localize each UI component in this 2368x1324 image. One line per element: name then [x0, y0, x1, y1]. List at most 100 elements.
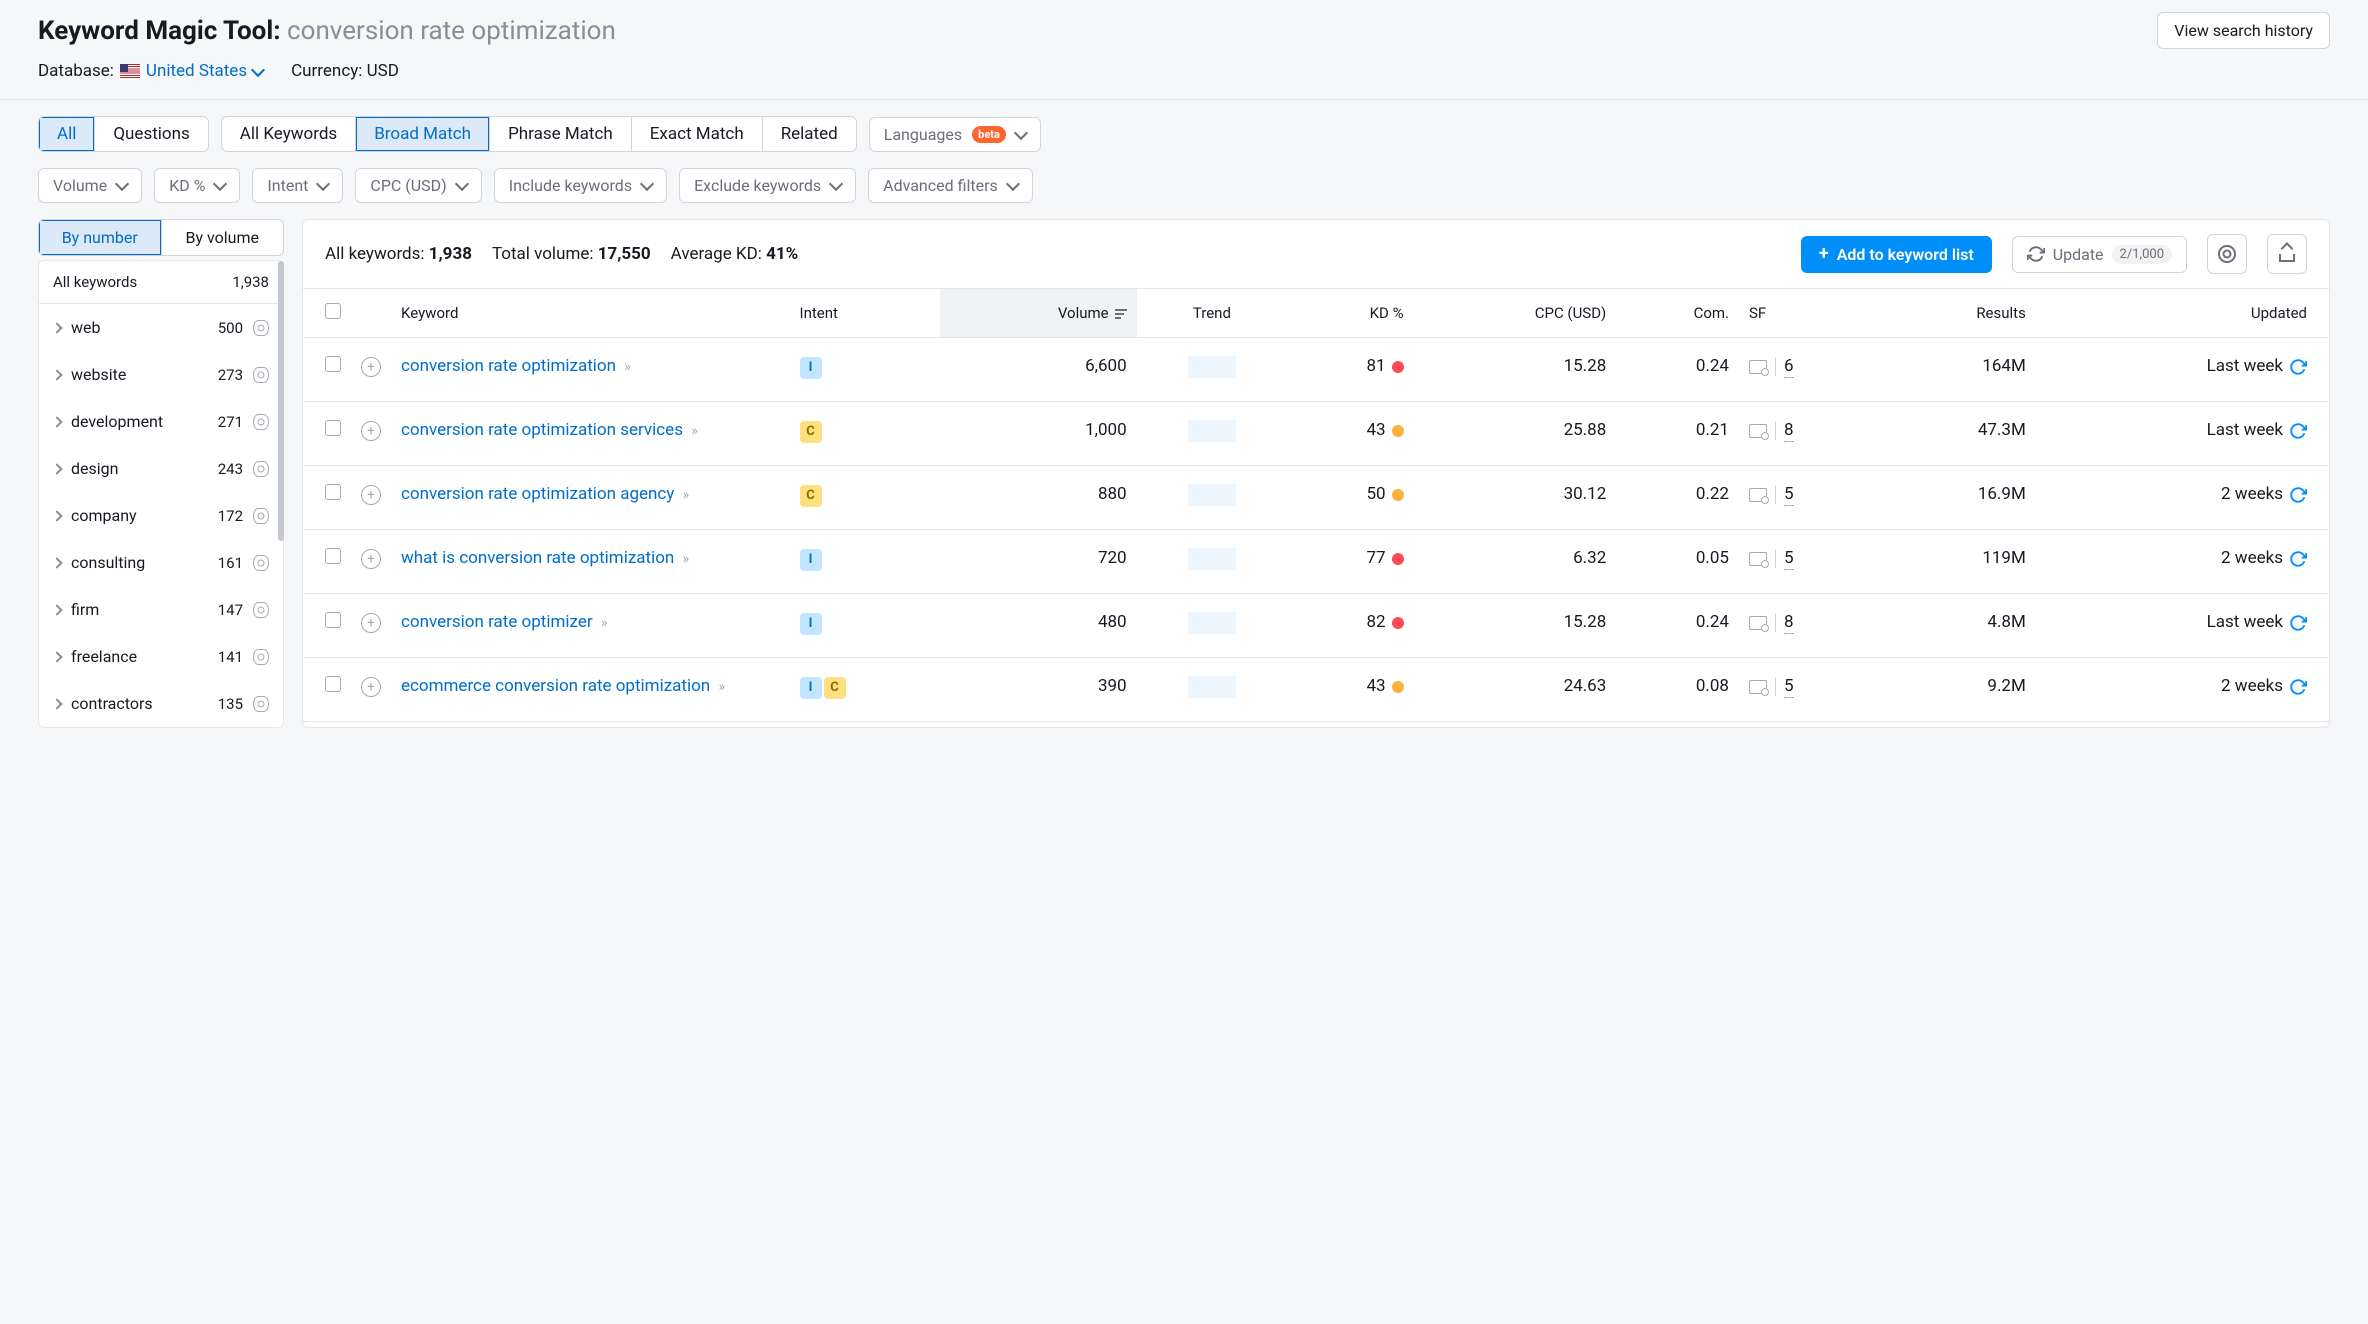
- summary-all-keywords: All keywords: 1,938: [325, 244, 472, 264]
- select-all-checkbox[interactable]: [325, 303, 341, 319]
- languages-dropdown[interactable]: Languages beta: [869, 117, 1041, 152]
- expand-icon[interactable]: +: [361, 613, 381, 633]
- eye-icon[interactable]: [253, 555, 269, 571]
- page-title: Keyword Magic Tool: conversion rate opti…: [38, 16, 616, 46]
- refresh-row-button[interactable]: [2289, 420, 2307, 440]
- chevron-right-icon: [51, 369, 62, 380]
- row-checkbox[interactable]: [325, 612, 341, 628]
- col-volume[interactable]: Volume: [940, 289, 1137, 338]
- sort-by-volume[interactable]: By volume: [162, 220, 284, 255]
- tab-related[interactable]: Related: [763, 117, 856, 151]
- eye-icon[interactable]: [253, 508, 269, 524]
- keyword-link[interactable]: conversion rate optimization agency: [401, 484, 674, 504]
- refresh-row-button[interactable]: [2289, 676, 2307, 696]
- tab-exact-match[interactable]: Exact Match: [632, 117, 763, 151]
- sidebar-item-company[interactable]: company172: [39, 492, 283, 539]
- eye-icon[interactable]: [253, 602, 269, 618]
- sidebar-item-design[interactable]: design243: [39, 445, 283, 492]
- eye-icon[interactable]: [253, 461, 269, 477]
- open-icon[interactable]: »: [624, 359, 631, 375]
- col-results[interactable]: Results: [1882, 289, 2036, 338]
- keyword-link[interactable]: conversion rate optimization: [401, 356, 616, 376]
- row-checkbox[interactable]: [325, 356, 341, 372]
- database-selector[interactable]: Database: United States: [38, 61, 263, 81]
- serp-icon[interactable]: [1749, 552, 1767, 566]
- row-checkbox[interactable]: [325, 484, 341, 500]
- refresh-row-button[interactable]: [2289, 484, 2307, 504]
- row-checkbox[interactable]: [325, 420, 341, 436]
- cell-com: 0.08: [1616, 658, 1739, 722]
- view-search-history-button[interactable]: View search history: [2157, 12, 2330, 49]
- keyword-link[interactable]: ecommerce conversion rate optimization: [401, 676, 710, 696]
- serp-icon[interactable]: [1749, 680, 1767, 694]
- tab-questions[interactable]: Questions: [95, 117, 207, 151]
- col-sf[interactable]: SF: [1739, 289, 1882, 338]
- eye-icon[interactable]: [253, 367, 269, 383]
- refresh-row-button[interactable]: [2289, 612, 2307, 632]
- sidebar-head-label: All keywords: [53, 273, 137, 291]
- refresh-row-button[interactable]: [2289, 356, 2307, 376]
- tab-all-keywords[interactable]: All Keywords: [222, 117, 356, 151]
- sidebar-item-consulting[interactable]: consulting161: [39, 539, 283, 586]
- filter-cpc-usd-[interactable]: CPC (USD): [355, 168, 481, 203]
- col-kd[interactable]: KD %: [1287, 289, 1413, 338]
- eye-icon[interactable]: [253, 649, 269, 665]
- sidebar-item-web[interactable]: web500: [39, 304, 283, 351]
- col-keyword[interactable]: Keyword: [391, 289, 790, 338]
- eye-icon[interactable]: [253, 320, 269, 336]
- open-icon[interactable]: »: [718, 679, 725, 695]
- filter-volume[interactable]: Volume: [38, 168, 142, 203]
- sidebar-item-website[interactable]: website273: [39, 351, 283, 398]
- update-button[interactable]: Update 2/1,000: [2012, 236, 2187, 273]
- sidebar-item-development[interactable]: development271: [39, 398, 283, 445]
- filter-include-keywords[interactable]: Include keywords: [494, 168, 667, 203]
- col-trend[interactable]: Trend: [1137, 289, 1288, 338]
- cell-updated: Last week: [2036, 338, 2329, 402]
- expand-icon[interactable]: +: [361, 357, 381, 377]
- expand-icon[interactable]: +: [361, 485, 381, 505]
- col-intent[interactable]: Intent: [790, 289, 941, 338]
- filter-intent[interactable]: Intent: [252, 168, 343, 203]
- open-icon[interactable]: »: [683, 551, 690, 567]
- eye-icon[interactable]: [253, 414, 269, 430]
- col-cpc[interactable]: CPC (USD): [1414, 289, 1617, 338]
- filter-advanced-filters[interactable]: Advanced filters: [868, 168, 1033, 203]
- row-checkbox[interactable]: [325, 548, 341, 564]
- col-updated[interactable]: Updated: [2036, 289, 2329, 338]
- keyword-link[interactable]: conversion rate optimizer: [401, 612, 593, 632]
- serp-icon[interactable]: [1749, 360, 1767, 374]
- sidebar-item-contractors[interactable]: contractors135: [39, 680, 283, 727]
- expand-icon[interactable]: +: [361, 421, 381, 441]
- add-to-keyword-list-button[interactable]: + Add to keyword list: [1801, 236, 1992, 273]
- intent-badge-i: I: [800, 677, 822, 699]
- serp-icon[interactable]: [1749, 616, 1767, 630]
- export-button[interactable]: [2267, 234, 2307, 274]
- eye-icon[interactable]: [253, 696, 269, 712]
- col-com[interactable]: Com.: [1616, 289, 1739, 338]
- expand-icon[interactable]: +: [361, 549, 381, 569]
- table-header-row: Keyword Intent Volume Trend KD % CPC (US…: [303, 289, 2329, 338]
- refresh-row-button[interactable]: [2289, 548, 2307, 568]
- cell-sf: 6: [1784, 356, 1794, 378]
- keyword-link[interactable]: what is conversion rate optimization: [401, 548, 674, 568]
- keyword-link[interactable]: conversion rate optimization services: [401, 420, 683, 440]
- expand-icon[interactable]: +: [361, 677, 381, 697]
- serp-icon[interactable]: [1749, 488, 1767, 502]
- sort-by-number[interactable]: By number: [39, 220, 162, 255]
- serp-icon[interactable]: [1749, 424, 1767, 438]
- sidebar-item-freelance[interactable]: freelance141: [39, 633, 283, 680]
- open-icon[interactable]: »: [691, 423, 698, 439]
- filter-kd-[interactable]: KD %: [154, 168, 240, 203]
- intent-badge-c: C: [824, 677, 846, 699]
- tab-broad-match[interactable]: Broad Match: [356, 117, 490, 151]
- tab-all[interactable]: All: [39, 117, 95, 151]
- sidebar-item-firm[interactable]: firm147: [39, 586, 283, 633]
- open-icon[interactable]: »: [683, 487, 690, 503]
- settings-button[interactable]: [2207, 234, 2247, 274]
- filter-exclude-keywords[interactable]: Exclude keywords: [679, 168, 856, 203]
- cell-com: 0.22: [1616, 466, 1739, 530]
- tab-phrase-match[interactable]: Phrase Match: [490, 117, 632, 151]
- row-checkbox[interactable]: [325, 676, 341, 692]
- open-icon[interactable]: »: [601, 615, 608, 631]
- trend-sparkline: [1188, 420, 1236, 442]
